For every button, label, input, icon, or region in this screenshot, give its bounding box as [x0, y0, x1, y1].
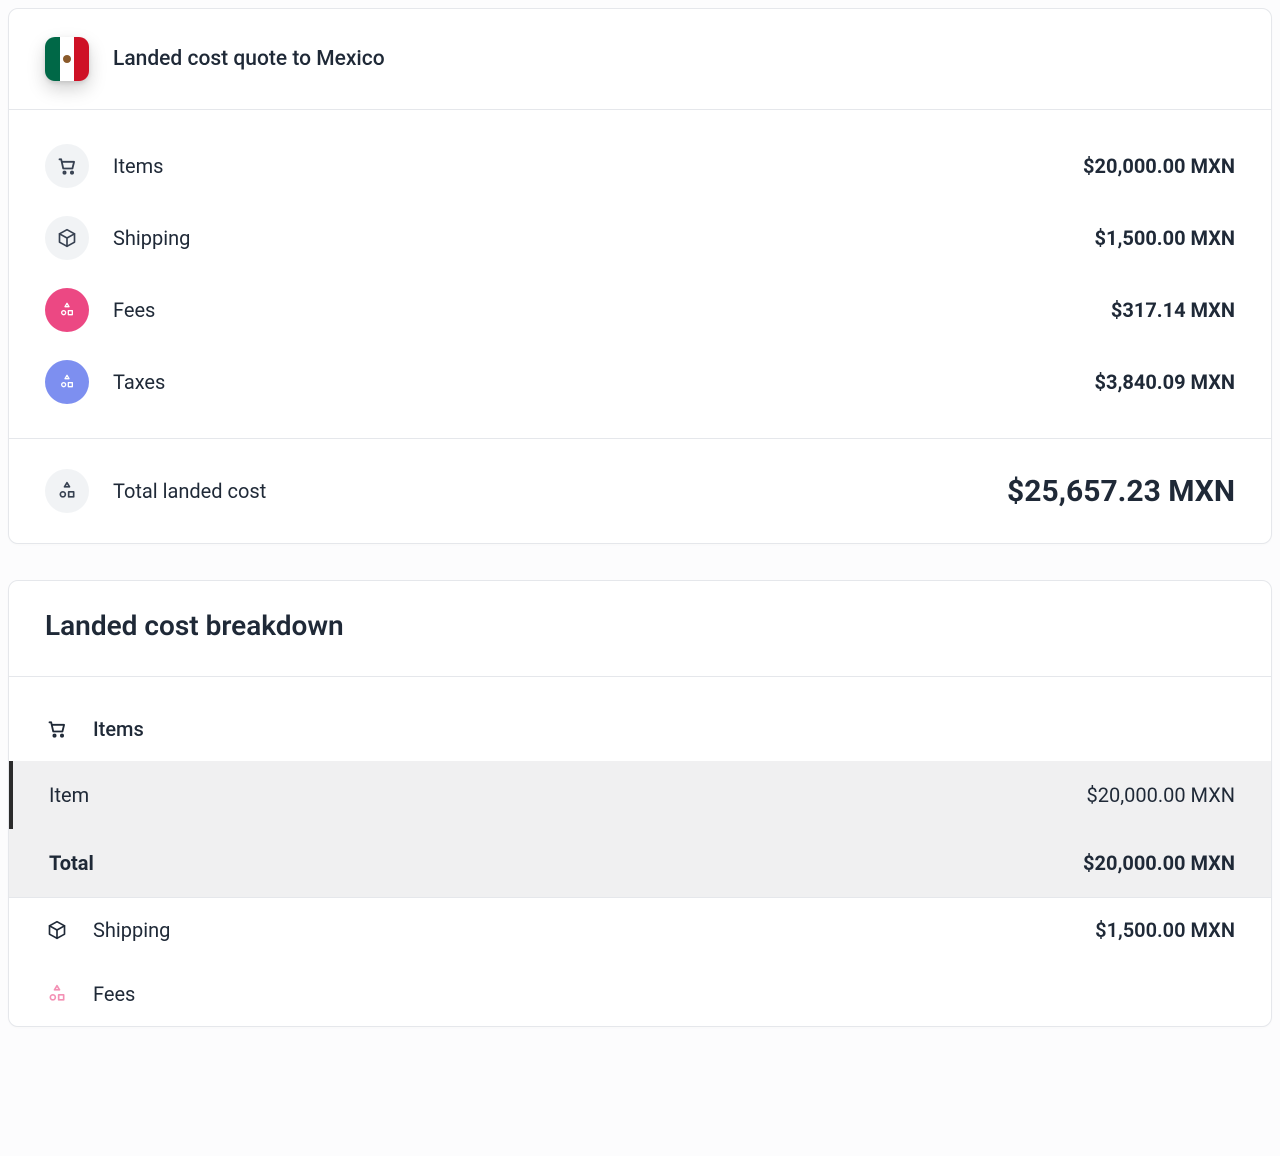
- row-taxes-value: $3,840.09 MXN: [1095, 370, 1236, 394]
- shapes-icon: [45, 469, 89, 513]
- row-shipping-value: $1,500.00 MXN: [1095, 226, 1236, 250]
- breakdown-items-label: Items: [93, 717, 144, 741]
- quote-rows: Items $20,000.00 MXN Shipping $1,500.00 …: [9, 110, 1271, 438]
- breakdown-item-total-label: Total: [49, 851, 1083, 875]
- row-shipping-label: Shipping: [113, 226, 1095, 250]
- quote-title: Landed cost quote to Mexico: [113, 47, 385, 71]
- quote-card: Landed cost quote to Mexico Items $20,00…: [8, 8, 1272, 544]
- breakdown-shipping-row: Shipping $1,500.00 MXN: [9, 897, 1271, 962]
- breakdown-shipping-label: Shipping: [93, 918, 1071, 942]
- shapes-icon: [45, 288, 89, 332]
- breakdown-fees-label: Fees: [93, 982, 1235, 1006]
- package-icon: [45, 216, 89, 260]
- row-items: Items $20,000.00 MXN: [45, 130, 1235, 202]
- breakdown-fees-row: Fees: [9, 962, 1271, 1026]
- mexico-flag-icon: [45, 37, 89, 81]
- row-taxes: Taxes $3,840.09 MXN: [45, 346, 1235, 418]
- breakdown-item-label: Item: [49, 783, 1086, 807]
- total-label: Total landed cost: [113, 479, 1007, 503]
- row-fees-value: $317.14 MXN: [1111, 298, 1235, 322]
- breakdown-shipping-value: $1,500.00 MXN: [1095, 918, 1235, 942]
- cart-icon: [45, 144, 89, 188]
- row-items-value: $20,000.00 MXN: [1083, 154, 1235, 178]
- breakdown-item-row: Item $20,000.00 MXN: [9, 761, 1271, 829]
- total-value: $25,657.23 MXN: [1007, 474, 1235, 509]
- quote-header: Landed cost quote to Mexico: [9, 9, 1271, 110]
- breakdown-item-value: $20,000.00 MXN: [1086, 783, 1235, 807]
- shapes-icon: [45, 984, 69, 1004]
- row-fees-label: Fees: [113, 298, 1111, 322]
- breakdown-card: Landed cost breakdown Items Item $20,000…: [8, 580, 1272, 1027]
- breakdown-item-total-row: Total $20,000.00 MXN: [9, 829, 1271, 897]
- package-icon: [45, 920, 69, 940]
- row-fees: Fees $317.14 MXN: [45, 274, 1235, 346]
- cart-icon: [45, 719, 69, 739]
- row-items-label: Items: [113, 154, 1083, 178]
- breakdown-items-heading: Items: [9, 717, 1271, 761]
- breakdown-title: Landed cost breakdown: [45, 609, 1235, 642]
- shapes-icon: [45, 360, 89, 404]
- row-taxes-label: Taxes: [113, 370, 1095, 394]
- breakdown-item-total-value: $20,000.00 MXN: [1083, 851, 1235, 875]
- breakdown-body: Items Item $20,000.00 MXN Total $20,000.…: [9, 677, 1271, 1026]
- total-row: Total landed cost $25,657.23 MXN: [9, 439, 1271, 543]
- breakdown-header: Landed cost breakdown: [9, 581, 1271, 677]
- row-shipping: Shipping $1,500.00 MXN: [45, 202, 1235, 274]
